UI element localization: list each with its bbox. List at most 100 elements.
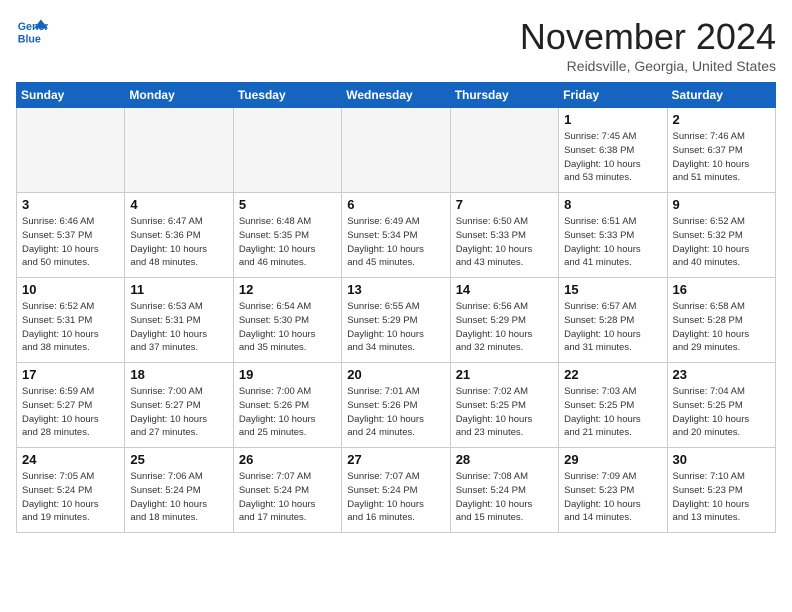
calendar-week-row: 3 Sunrise: 6:46 AM Sunset: 5:37 PM Daylig… bbox=[17, 193, 776, 278]
day-info: Sunrise: 7:05 AM Sunset: 5:24 PM Dayligh… bbox=[22, 470, 119, 525]
title-area: November 2024 Reidsville, Georgia, Unite… bbox=[520, 16, 776, 74]
calendar-cell: 28 Sunrise: 7:08 AM Sunset: 5:24 PM Dayli… bbox=[450, 448, 558, 533]
day-info: Sunrise: 6:57 AM Sunset: 5:28 PM Dayligh… bbox=[564, 300, 661, 355]
calendar-cell: 12 Sunrise: 6:54 AM Sunset: 5:30 PM Dayli… bbox=[233, 278, 341, 363]
calendar-cell bbox=[450, 108, 558, 193]
weekday-header: Thursday bbox=[450, 83, 558, 108]
day-number: 1 bbox=[564, 112, 661, 127]
day-number: 17 bbox=[22, 367, 119, 382]
calendar-cell: 5Sunrise: 6:48 AM Sunset: 5:35 PM Daylig… bbox=[233, 193, 341, 278]
calendar-cell: 14 Sunrise: 6:56 AM Sunset: 5:29 PM Dayli… bbox=[450, 278, 558, 363]
day-number: 13 bbox=[347, 282, 444, 297]
calendar-cell bbox=[342, 108, 450, 193]
calendar-cell bbox=[233, 108, 341, 193]
day-number: 10 bbox=[22, 282, 119, 297]
calendar-cell: 25 Sunrise: 7:06 AM Sunset: 5:24 PM Dayli… bbox=[125, 448, 233, 533]
day-number: 28 bbox=[456, 452, 553, 467]
day-info: Sunrise: 7:09 AM Sunset: 5:23 PM Dayligh… bbox=[564, 470, 661, 525]
calendar-cell: 2 Sunrise: 7:46 AM Sunset: 6:37 PM Daylig… bbox=[667, 108, 775, 193]
day-number: 4 bbox=[130, 197, 227, 212]
day-info: Sunrise: 6:52 AM Sunset: 5:32 PM Dayligh… bbox=[673, 215, 770, 270]
day-info: Sunrise: 6:54 AM Sunset: 5:30 PM Dayligh… bbox=[239, 300, 336, 355]
day-number: 19 bbox=[239, 367, 336, 382]
day-number: 23 bbox=[673, 367, 770, 382]
day-info: Sunrise: 7:10 AM Sunset: 5:23 PM Dayligh… bbox=[673, 470, 770, 525]
weekday-header: Saturday bbox=[667, 83, 775, 108]
calendar-cell: 26 Sunrise: 7:07 AM Sunset: 5:24 PM Dayli… bbox=[233, 448, 341, 533]
day-number: 30 bbox=[673, 452, 770, 467]
day-info: Sunrise: 7:45 AM Sunset: 6:38 PM Dayligh… bbox=[564, 130, 661, 185]
calendar-cell: 7Sunrise: 6:50 AM Sunset: 5:33 PM Daylig… bbox=[450, 193, 558, 278]
day-number: 12 bbox=[239, 282, 336, 297]
calendar-cell: 23 Sunrise: 7:04 AM Sunset: 5:25 PM Dayli… bbox=[667, 363, 775, 448]
day-info: Sunrise: 7:46 AM Sunset: 6:37 PM Dayligh… bbox=[673, 130, 770, 185]
day-info: Sunrise: 6:55 AM Sunset: 5:29 PM Dayligh… bbox=[347, 300, 444, 355]
calendar-week-row: 17 Sunrise: 6:59 AM Sunset: 5:27 PM Dayli… bbox=[17, 363, 776, 448]
day-number: 6 bbox=[347, 197, 444, 212]
day-info: Sunrise: 6:47 AM Sunset: 5:36 PM Dayligh… bbox=[130, 215, 227, 270]
calendar-cell: 4 Sunrise: 6:47 AM Sunset: 5:36 PM Daylig… bbox=[125, 193, 233, 278]
weekday-header: Monday bbox=[125, 83, 233, 108]
day-info: Sunrise: 6:46 AM Sunset: 5:37 PM Dayligh… bbox=[22, 215, 119, 270]
day-info: Sunrise: 7:07 AM Sunset: 5:24 PM Dayligh… bbox=[239, 470, 336, 525]
day-info: Sunrise: 7:02 AM Sunset: 5:25 PM Dayligh… bbox=[456, 385, 553, 440]
day-number: 16 bbox=[673, 282, 770, 297]
day-number: 9 bbox=[673, 197, 770, 212]
calendar-cell bbox=[125, 108, 233, 193]
logo: General Blue bbox=[16, 16, 48, 48]
calendar-cell: 29Sunrise: 7:09 AM Sunset: 5:23 PM Dayli… bbox=[559, 448, 667, 533]
calendar-cell: 20 Sunrise: 7:01 AM Sunset: 5:26 PM Dayli… bbox=[342, 363, 450, 448]
month-title: November 2024 bbox=[520, 16, 776, 58]
day-number: 7 bbox=[456, 197, 553, 212]
day-number: 24 bbox=[22, 452, 119, 467]
calendar-cell: 27Sunrise: 7:07 AM Sunset: 5:24 PM Dayli… bbox=[342, 448, 450, 533]
day-number: 20 bbox=[347, 367, 444, 382]
day-info: Sunrise: 7:04 AM Sunset: 5:25 PM Dayligh… bbox=[673, 385, 770, 440]
day-info: Sunrise: 6:58 AM Sunset: 5:28 PM Dayligh… bbox=[673, 300, 770, 355]
calendar-cell: 11 Sunrise: 6:53 AM Sunset: 5:31 PM Dayli… bbox=[125, 278, 233, 363]
calendar-cell: 19 Sunrise: 7:00 AM Sunset: 5:26 PM Dayli… bbox=[233, 363, 341, 448]
calendar-cell: 18Sunrise: 7:00 AM Sunset: 5:27 PM Dayli… bbox=[125, 363, 233, 448]
day-number: 2 bbox=[673, 112, 770, 127]
calendar-cell: 9 Sunrise: 6:52 AM Sunset: 5:32 PM Daylig… bbox=[667, 193, 775, 278]
day-info: Sunrise: 7:00 AM Sunset: 5:26 PM Dayligh… bbox=[239, 385, 336, 440]
day-number: 26 bbox=[239, 452, 336, 467]
location: Reidsville, Georgia, United States bbox=[520, 58, 776, 74]
day-info: Sunrise: 7:08 AM Sunset: 5:24 PM Dayligh… bbox=[456, 470, 553, 525]
day-info: Sunrise: 7:01 AM Sunset: 5:26 PM Dayligh… bbox=[347, 385, 444, 440]
calendar-cell: 22Sunrise: 7:03 AM Sunset: 5:25 PM Dayli… bbox=[559, 363, 667, 448]
page-header: General Blue November 2024 Reidsville, G… bbox=[16, 16, 776, 74]
weekday-header: Tuesday bbox=[233, 83, 341, 108]
calendar-cell: 16 Sunrise: 6:58 AM Sunset: 5:28 PM Dayli… bbox=[667, 278, 775, 363]
calendar-week-row: 10Sunrise: 6:52 AM Sunset: 5:31 PM Dayli… bbox=[17, 278, 776, 363]
calendar-week-row: 24 Sunrise: 7:05 AM Sunset: 5:24 PM Dayli… bbox=[17, 448, 776, 533]
day-info: Sunrise: 6:51 AM Sunset: 5:33 PM Dayligh… bbox=[564, 215, 661, 270]
day-number: 3 bbox=[22, 197, 119, 212]
calendar-table: SundayMondayTuesdayWednesdayThursdayFrid… bbox=[16, 82, 776, 533]
calendar-cell: 13 Sunrise: 6:55 AM Sunset: 5:29 PM Dayli… bbox=[342, 278, 450, 363]
day-number: 5 bbox=[239, 197, 336, 212]
day-number: 21 bbox=[456, 367, 553, 382]
day-number: 25 bbox=[130, 452, 227, 467]
calendar-cell: 17 Sunrise: 6:59 AM Sunset: 5:27 PM Dayli… bbox=[17, 363, 125, 448]
calendar-cell: 21 Sunrise: 7:02 AM Sunset: 5:25 PM Dayli… bbox=[450, 363, 558, 448]
calendar-cell: 6 Sunrise: 6:49 AM Sunset: 5:34 PM Daylig… bbox=[342, 193, 450, 278]
day-info: Sunrise: 7:06 AM Sunset: 5:24 PM Dayligh… bbox=[130, 470, 227, 525]
day-info: Sunrise: 6:53 AM Sunset: 5:31 PM Dayligh… bbox=[130, 300, 227, 355]
calendar-cell: 15Sunrise: 6:57 AM Sunset: 5:28 PM Dayli… bbox=[559, 278, 667, 363]
calendar-week-row: 1 Sunrise: 7:45 AM Sunset: 6:38 PM Daylig… bbox=[17, 108, 776, 193]
day-info: Sunrise: 6:59 AM Sunset: 5:27 PM Dayligh… bbox=[22, 385, 119, 440]
day-number: 27 bbox=[347, 452, 444, 467]
day-number: 18 bbox=[130, 367, 227, 382]
weekday-header: Friday bbox=[559, 83, 667, 108]
calendar-cell: 24 Sunrise: 7:05 AM Sunset: 5:24 PM Dayli… bbox=[17, 448, 125, 533]
svg-text:Blue: Blue bbox=[18, 34, 41, 46]
day-number: 8 bbox=[564, 197, 661, 212]
weekday-header: Wednesday bbox=[342, 83, 450, 108]
day-info: Sunrise: 6:56 AM Sunset: 5:29 PM Dayligh… bbox=[456, 300, 553, 355]
calendar-cell: 10Sunrise: 6:52 AM Sunset: 5:31 PM Dayli… bbox=[17, 278, 125, 363]
day-info: Sunrise: 6:49 AM Sunset: 5:34 PM Dayligh… bbox=[347, 215, 444, 270]
logo-icon: General Blue bbox=[16, 16, 48, 48]
day-number: 14 bbox=[456, 282, 553, 297]
day-number: 11 bbox=[130, 282, 227, 297]
